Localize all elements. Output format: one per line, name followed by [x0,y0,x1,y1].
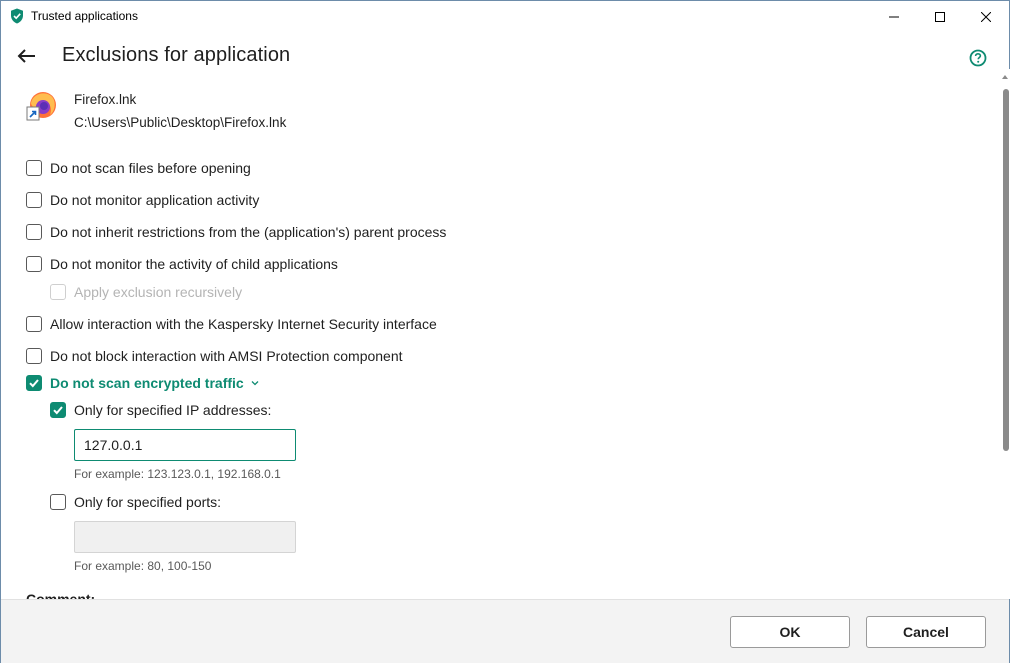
option-label: Do not monitor application activity [50,192,260,208]
option-no-inherit-restrictions[interactable]: Do not inherit restrictions from the (ap… [26,224,446,240]
scrollbar-thumb[interactable] [1003,89,1009,451]
option-label: Do not monitor the activity of child app… [50,256,338,272]
checkbox[interactable] [26,348,42,364]
option-label: Allow interaction with the Kaspersky Int… [50,316,437,332]
option-label: Apply exclusion recursively [74,284,243,300]
option-label: Do not scan files before opening [50,160,251,176]
checkbox[interactable] [26,256,42,272]
ip-addresses-input[interactable]: 127.0.0.1 [74,429,296,461]
ip-hint: For example: 123.123.0.1, 192.168.0.1 [74,467,281,481]
checkbox[interactable] [26,316,42,332]
ok-button[interactable]: OK [730,616,850,648]
option-label: Do not inherit restrictions from the (ap… [50,224,447,240]
maximize-icon [935,11,945,22]
ports-hint: For example: 80, 100-150 [74,559,212,573]
option-only-specified-ports[interactable]: Only for specified ports: [50,494,221,510]
option-no-monitor-child-apps[interactable]: Do not monitor the activity of child app… [26,256,338,272]
option-label: Only for specified IP addresses: [74,402,272,418]
checkbox-checked[interactable] [50,402,66,418]
checkbox[interactable] [26,224,42,240]
page-title: Exclusions for application [62,44,291,66]
kaspersky-shield-icon [10,8,24,24]
close-icon [981,11,991,22]
option-no-block-amsi[interactable]: Do not block interaction with AMSI Prote… [26,348,403,364]
checkmark-icon [29,379,39,388]
app-path: C:\Users\Public\Desktop\Firefox.lnk [74,115,287,130]
option-apply-recursively: Apply exclusion recursively [50,284,242,300]
firefox-shortcut-icon [25,89,59,123]
cancel-button[interactable]: Cancel [866,616,986,648]
checkbox-disabled [50,284,66,300]
option-only-specified-ips[interactable]: Only for specified IP addresses: [50,402,271,418]
option-no-monitor-activity[interactable]: Do not monitor application activity [26,192,259,208]
option-label: Only for specified ports: [74,494,222,510]
ports-input [74,521,296,553]
dialog-footer: OK Cancel [1,599,1009,663]
scroll-up-icon[interactable] [1001,73,1009,81]
checkbox[interactable] [50,494,66,510]
minimize-button[interactable] [871,1,917,32]
comment-label: Comment: [26,591,96,599]
help-button[interactable] [969,49,987,67]
help-circle-icon [969,49,987,67]
option-no-scan-before-opening[interactable]: Do not scan files before opening [26,160,251,176]
option-label: Do not block interaction with AMSI Prote… [50,348,403,364]
option-label: Do not scan encrypted traffic [50,375,244,391]
checkbox-checked[interactable] [26,375,42,391]
title-bar: Trusted applications [1,1,1009,32]
option-no-scan-encrypted-traffic[interactable]: Do not scan encrypted traffic [26,375,260,391]
minimize-icon [889,16,899,17]
maximize-button[interactable] [917,1,963,32]
back-button[interactable] [15,44,39,68]
window-title: Trusted applications [31,9,138,23]
checkbox[interactable] [26,192,42,208]
option-allow-kis-interaction[interactable]: Allow interaction with the Kaspersky Int… [26,316,437,332]
app-name: Firefox.lnk [74,92,137,107]
checkmark-icon [53,406,63,415]
chevron-down-icon[interactable] [250,378,260,388]
trusted-applications-window: Trusted applications Exclusions for appl… [0,0,1010,663]
close-window-button[interactable] [963,1,1009,32]
arrow-left-icon [17,49,35,63]
checkbox[interactable] [26,160,42,176]
